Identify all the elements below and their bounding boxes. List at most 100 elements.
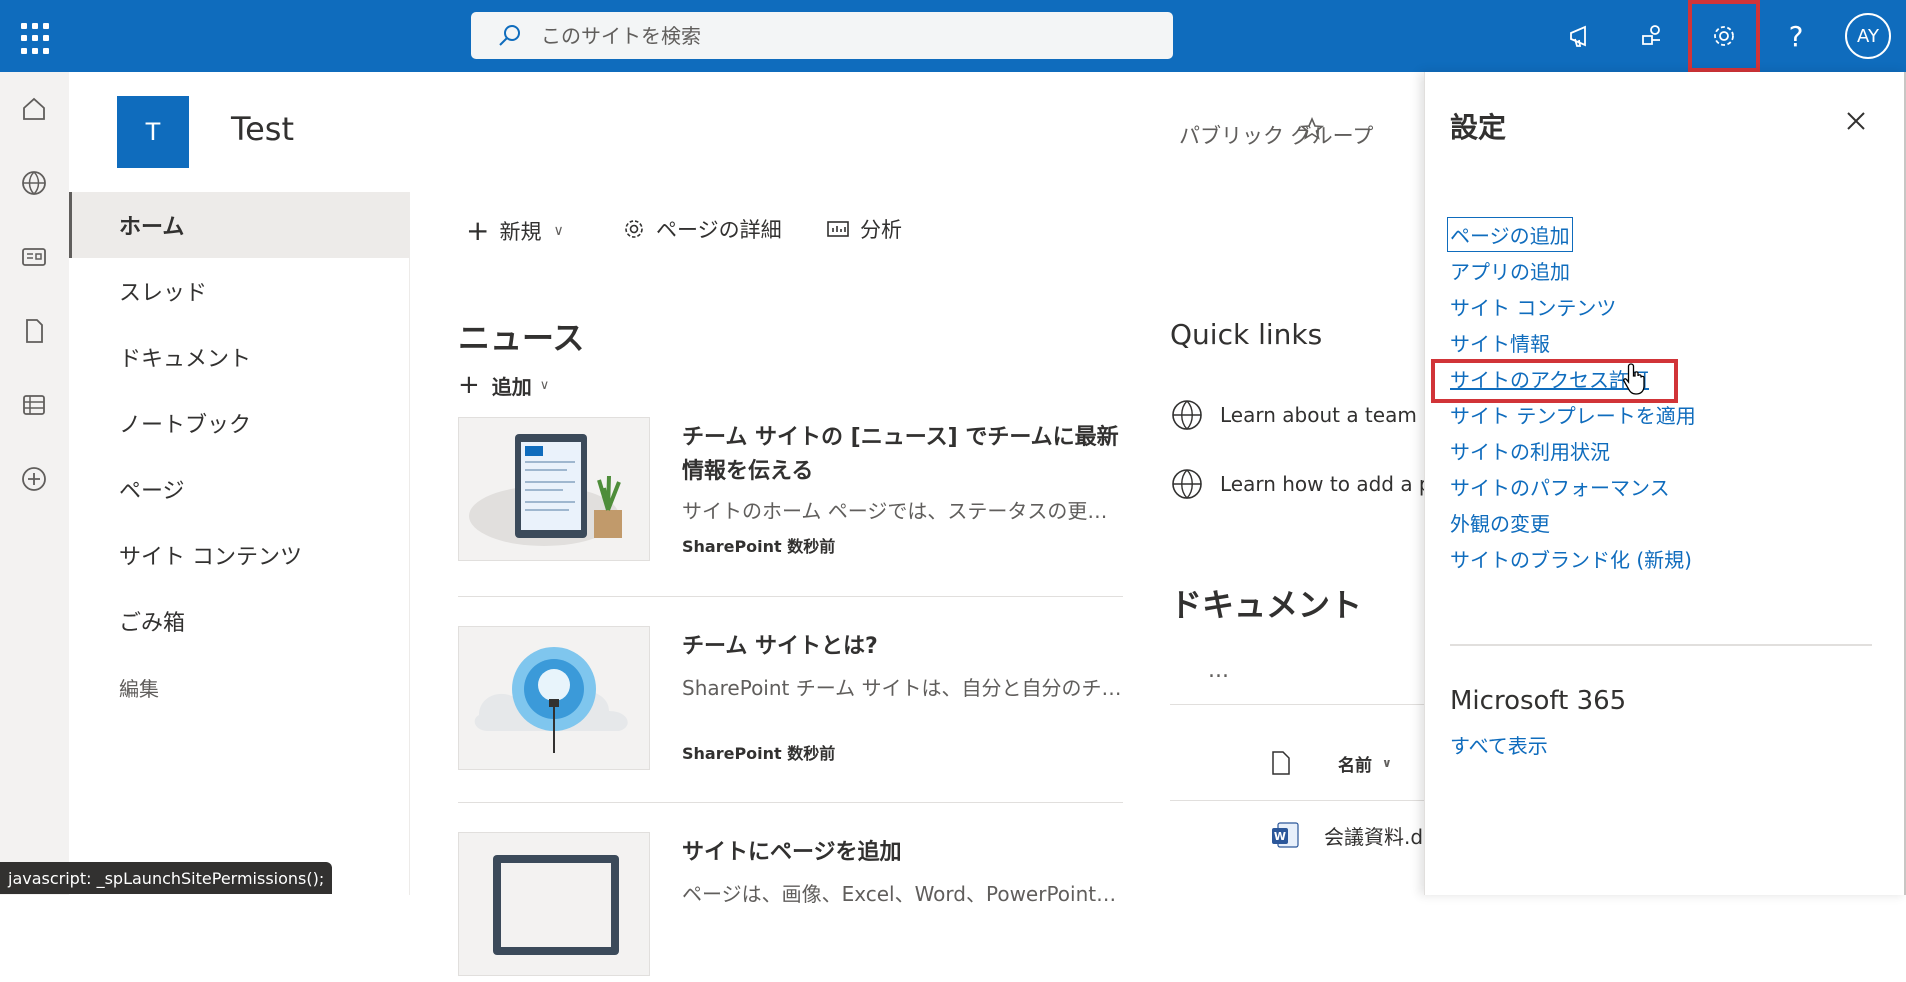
chevron-down-icon: ∨	[1382, 756, 1392, 770]
documents-heading: ドキュメント	[1170, 586, 1363, 624]
search-box[interactable]	[471, 12, 1173, 59]
nav-item-documents[interactable]: ドキュメント	[69, 324, 409, 390]
page-details-button[interactable]: ページの詳細	[622, 214, 782, 244]
new-label: 新規	[499, 219, 542, 244]
site-title[interactable]: Test	[231, 110, 294, 148]
nav-item-edit[interactable]: 編集	[69, 654, 409, 720]
quick-link-item[interactable]: Learn about a team s	[1170, 398, 1434, 432]
quick-link-item[interactable]: Learn how to add a p	[1170, 467, 1432, 501]
news-item-desc: ページは、画像、Excel、Word、PowerPoint、…	[682, 882, 1122, 906]
settings-link-site-permissions[interactable]: サイトのアクセス許可	[1450, 364, 1649, 393]
app-bar	[0, 72, 69, 895]
more-icon[interactable]: ...	[1208, 658, 1229, 683]
gear-icon[interactable]	[1688, 0, 1760, 72]
name-column-header[interactable]: 名前 ∨	[1270, 750, 1392, 776]
globe-icon	[1172, 400, 1202, 430]
quick-link-label: Learn how to add a p	[1220, 472, 1432, 496]
chevron-down-icon: ∨	[539, 377, 550, 393]
document-row[interactable]: W 会議資料.d	[1270, 820, 1423, 850]
plus-icon: +	[458, 370, 480, 400]
news-item-title[interactable]: チーム サイトとは?	[682, 630, 1122, 664]
see-all-link[interactable]: すべて表示	[1450, 730, 1548, 759]
settings-link-site-info[interactable]: サイト情報	[1450, 328, 1550, 357]
documents-divider	[1170, 800, 1424, 801]
share-icon[interactable]	[1616, 0, 1688, 72]
site-header: T Test パブリック グループ	[69, 72, 1424, 192]
list-icon[interactable]	[17, 388, 51, 422]
news-card[interactable]: サイトにページを追加 ページは、画像、Excel、Word、PowerPoint…	[458, 832, 1123, 982]
news-item-desc: SharePoint チーム サイトは、自分と自分のチ…	[682, 676, 1122, 700]
news-divider	[458, 802, 1123, 803]
settings-link-site-performance[interactable]: サイトのパフォーマンス	[1450, 472, 1670, 501]
documents-divider	[1170, 704, 1424, 705]
plus-icon: +	[466, 214, 490, 247]
nav-item-site-contents[interactable]: サイト コンテンツ	[69, 522, 409, 588]
quick-link-label: Learn about a team s	[1220, 403, 1434, 427]
suite-header: ? AY	[0, 0, 1906, 72]
link-status-bar: javascript: _spLaunchSitePermissions();	[0, 862, 333, 894]
globe-icon[interactable]	[17, 166, 51, 200]
news-add-label: 追加	[491, 374, 532, 399]
news-thumbnail	[458, 832, 650, 976]
star-icon[interactable]	[1299, 116, 1325, 146]
news-card[interactable]: チーム サイトの [ニュース] でチームに最新情報を伝える サイトのホーム ペー…	[458, 417, 1123, 567]
settings-link-change-look[interactable]: 外観の変更	[1450, 508, 1550, 537]
news-thumbnail	[458, 626, 650, 770]
news-item-title[interactable]: チーム サイトの [ニュース] でチームに最新情報を伝える	[682, 421, 1122, 489]
site-navigation: ホーム スレッド ドキュメント ノートブック ページ サイト コンテンツ ごみ箱…	[69, 192, 410, 895]
close-icon[interactable]	[1839, 104, 1873, 138]
nav-item-home[interactable]: ホーム	[69, 192, 409, 258]
quick-links-heading: Quick links	[1170, 318, 1323, 351]
nav-item-pages[interactable]: ページ	[69, 456, 409, 522]
news-item-meta: SharePoint 数秒前	[682, 537, 836, 556]
add-circle-icon[interactable]	[17, 462, 51, 496]
news-card[interactable]: チーム サイトとは? SharePoint チーム サイトは、自分と自分のチ… …	[458, 626, 1123, 776]
svg-text:W: W	[1274, 830, 1286, 843]
hand-cursor-icon	[1622, 362, 1650, 400]
news-heading: ニュース	[458, 319, 585, 357]
settings-link-add-page[interactable]: ページの追加	[1447, 217, 1573, 252]
settings-link-site-branding[interactable]: サイトのブランド化 (新規)	[1450, 544, 1692, 573]
nav-item-recycle-bin[interactable]: ごみ箱	[69, 588, 409, 654]
group-label: パブリック グループ	[1179, 124, 1374, 148]
m365-heading: Microsoft 365	[1450, 686, 1627, 716]
chevron-down-icon: ∨	[553, 222, 564, 239]
news-thumbnail	[458, 417, 650, 561]
settings-link-site-contents[interactable]: サイト コンテンツ	[1450, 292, 1616, 321]
waffle-icon[interactable]	[18, 20, 56, 58]
chart-icon	[827, 221, 849, 237]
news-item-meta: SharePoint 数秒前	[682, 744, 836, 763]
news-divider	[458, 596, 1123, 597]
megaphone-icon[interactable]	[1545, 0, 1617, 72]
panel-divider	[1450, 644, 1872, 646]
nav-item-threads[interactable]: スレッド	[69, 258, 409, 324]
file-icon[interactable]	[17, 314, 51, 348]
news-add-button[interactable]: + 追加 ∨	[458, 370, 549, 400]
settings-title: 設定	[1450, 111, 1507, 144]
page-details-label: ページの詳細	[656, 218, 782, 242]
news-icon[interactable]	[17, 240, 51, 274]
avatar[interactable]: AY	[1845, 13, 1891, 59]
settings-link-apply-template[interactable]: サイト テンプレートを適用	[1450, 400, 1696, 429]
news-item-desc: サイトのホーム ページでは、ステータスの更新…	[682, 499, 1122, 523]
help-icon[interactable]: ?	[1760, 0, 1832, 72]
name-column-label: 名前	[1338, 755, 1372, 776]
settings-panel: 設定 ページの追加 アプリの追加 サイト コンテンツ サイト情報 サイトのアクセ…	[1424, 72, 1906, 895]
word-file-icon: W	[1272, 822, 1299, 848]
nav-item-notebook[interactable]: ノートブック	[69, 390, 409, 456]
file-icon	[1272, 751, 1290, 775]
analytics-label: 分析	[860, 218, 902, 242]
gear-icon	[625, 220, 643, 238]
settings-link-site-usage[interactable]: サイトの利用状況	[1450, 436, 1610, 465]
globe-icon	[1172, 469, 1202, 499]
search-icon	[499, 24, 520, 46]
home-icon[interactable]	[17, 92, 51, 126]
document-name[interactable]: 会議資料.d	[1324, 821, 1423, 850]
command-bar: + 新規 ∨ ページの詳細 分析	[410, 192, 1424, 262]
settings-link-add-app[interactable]: アプリの追加	[1450, 256, 1570, 285]
news-item-title[interactable]: サイトにページを追加	[682, 836, 1122, 870]
new-button[interactable]: + 新規 ∨	[466, 214, 564, 247]
analytics-button[interactable]: 分析	[826, 214, 902, 244]
site-logo[interactable]: T	[117, 96, 189, 168]
search-input[interactable]	[539, 22, 1143, 49]
